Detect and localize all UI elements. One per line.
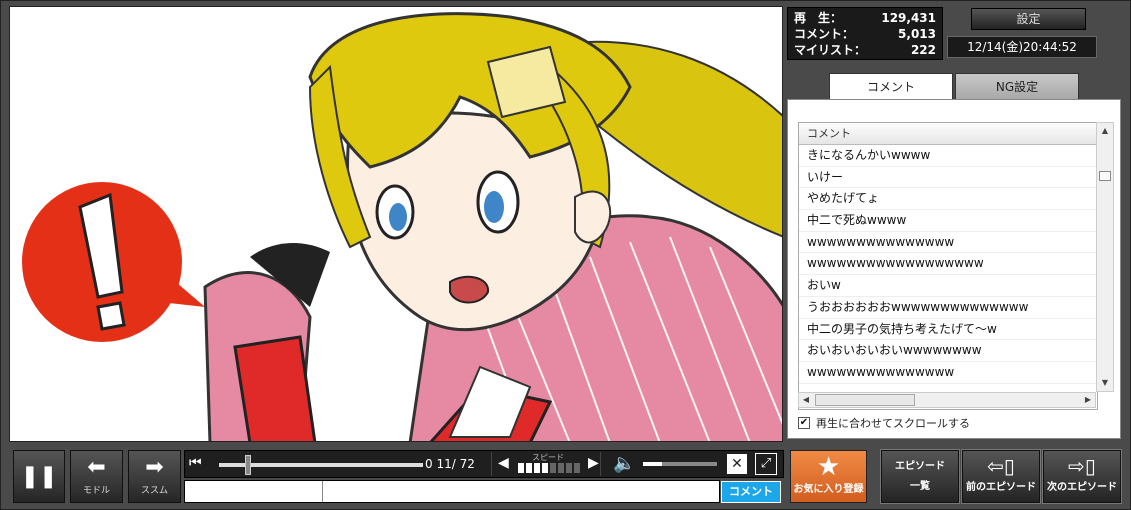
prev-episode-button[interactable]: ⇦▯ 前のエピソード [961, 449, 1041, 504]
speed-bar [526, 463, 532, 473]
player-app: 再 生： 129,431 コメント： 5,013 マイリスト： 222 設定 1… [0, 0, 1131, 510]
comment-list[interactable]: コメント きになるんかいwwww いけー やめたげてょ 中二で死ぬwwww ww… [798, 122, 1098, 410]
mylist-row: マイリスト： 222 [794, 42, 936, 58]
episode-list-label-2: 一覧 [910, 481, 930, 492]
comments-label: コメント： [794, 27, 855, 41]
autoscroll-checkbox[interactable]: ✔ [798, 417, 810, 429]
speed-down-icon[interactable]: ◀ [498, 455, 509, 471]
time-display: 0 11/ 72 [425, 457, 475, 471]
video-screen[interactable] [9, 6, 783, 442]
list-item[interactable]: うおおおおおおwwwwwwwwwwwwww [799, 297, 1097, 319]
speed-level-indicator [518, 463, 580, 473]
stats-panel: 再 生： 129,431 コメント： 5,013 マイリスト： 222 [787, 7, 943, 60]
speed-bar [542, 463, 548, 473]
speed-bar [566, 463, 572, 473]
list-item[interactable]: やめたげてょ [799, 188, 1097, 211]
fullscreen-icon[interactable]: ⤢ [755, 453, 777, 475]
seek-thumb[interactable] [245, 455, 251, 475]
settings-button[interactable]: 設定 [971, 8, 1086, 30]
list-item[interactable]: wwwwwwwwwwwwwww [799, 232, 1097, 254]
speed-bar [558, 463, 564, 473]
scroll-down-icon[interactable]: ▼ [1097, 375, 1113, 391]
command-field[interactable] [185, 481, 323, 502]
list-item[interactable]: いけー [799, 167, 1097, 189]
views-count: 129,431 [881, 11, 936, 25]
hscroll-thumb[interactable] [815, 394, 915, 406]
prev-button[interactable]: ⬅ モドル [70, 450, 123, 503]
autoscroll-label: 再生に合わせてスクロールする [816, 417, 970, 430]
pause-button[interactable]: ❚❚ [13, 450, 65, 503]
speaker-icon[interactable]: 🔈 [613, 453, 635, 474]
episode-list-button[interactable]: エピソード 一覧 [880, 449, 960, 504]
scroll-right-icon[interactable]: ▶ [1081, 393, 1095, 407]
episode-list-label-1: エピソード [895, 461, 945, 472]
speed-bar [518, 463, 524, 473]
manga-illustration [10, 7, 782, 441]
prev-episode-label: 前のエピソード [966, 482, 1036, 493]
speed-control: ◀ スピード ▶ [491, 452, 601, 476]
next-episode-label: 次のエピソード [1047, 482, 1117, 493]
views-label: 再 生： [794, 11, 843, 25]
comment-list-header[interactable]: コメント [799, 123, 1097, 145]
volume-fill [643, 462, 662, 466]
datetime-display: 12/14(金)20:44:52 [947, 36, 1097, 58]
tab-ng-settings[interactable]: NG設定 [955, 73, 1079, 100]
autoscroll-option[interactable]: ✔ 再生に合わせてスクロールする [798, 415, 970, 431]
vertical-scrollbar[interactable]: ▲ ▼ [1096, 122, 1114, 392]
prev-label: モドル [82, 486, 110, 496]
mylist-count: 222 [910, 43, 936, 57]
list-item[interactable]: おいw [799, 275, 1097, 297]
next-label: ススム [140, 486, 168, 496]
speed-label: スピード [532, 453, 564, 462]
comments-count: 5,013 [898, 27, 936, 41]
scroll-thumb[interactable] [1099, 171, 1111, 181]
list-item[interactable]: 中二で死ぬwwww [799, 210, 1097, 232]
list-item[interactable]: wwwwwwwwwwwwwww [799, 362, 1097, 384]
comment-input-bar [184, 480, 720, 503]
volume-slider[interactable] [643, 462, 717, 466]
comment-input[interactable] [325, 481, 715, 502]
favorite-label: お気に入り登録 [793, 484, 864, 495]
speed-bar [534, 463, 540, 473]
tab-comment[interactable]: コメント [829, 73, 953, 100]
close-comments-icon[interactable]: ✕ [727, 454, 747, 474]
list-item[interactable]: きになるんかいwwww [799, 145, 1097, 167]
next-episode-icon: ⇨▯ [1068, 454, 1096, 478]
speed-bar [550, 463, 556, 473]
add-favorite-button[interactable]: ★ お気に入り登録 [790, 450, 867, 503]
prev-episode-icon: ⇦▯ [987, 454, 1015, 478]
arrow-left-icon: ⬅ [87, 455, 106, 480]
comment-submit-button[interactable]: コメント [721, 481, 781, 503]
skip-to-start-icon[interactable]: ⏮ [189, 455, 202, 471]
list-item[interactable]: おいおいおいおいwwwwwwww [799, 340, 1097, 362]
list-item[interactable]: wwwwwwwwwwwwwwwwww [799, 253, 1097, 276]
horizontal-scrollbar[interactable]: ◀ ▶ [798, 392, 1096, 408]
list-item[interactable]: 中二の男子の気持ち考えたげて〜w [799, 319, 1097, 341]
comments-row: コメント： 5,013 [794, 26, 936, 42]
seek-bar: ⏮ 0 11/ 72 ◀ スピード ▶ 🔈 ✕ ⤢ [184, 450, 784, 478]
arrow-right-icon: ➡ [145, 455, 164, 480]
speed-bar [574, 463, 580, 473]
scroll-left-icon[interactable]: ◀ [799, 393, 813, 407]
views-row: 再 生： 129,431 [794, 10, 936, 26]
pause-icon: ❚❚ [20, 464, 58, 489]
scroll-up-icon[interactable]: ▲ [1097, 123, 1113, 139]
star-icon: ★ [816, 452, 841, 482]
next-button[interactable]: ➡ ススム [128, 450, 181, 503]
mylist-label: マイリスト： [794, 43, 867, 57]
speed-up-icon[interactable]: ▶ [588, 455, 599, 471]
next-episode-button[interactable]: ⇨▯ 次のエピソード [1042, 449, 1122, 504]
comment-panel: コメント きになるんかいwwww いけー やめたげてょ 中二で死ぬwwww ww… [787, 99, 1121, 439]
